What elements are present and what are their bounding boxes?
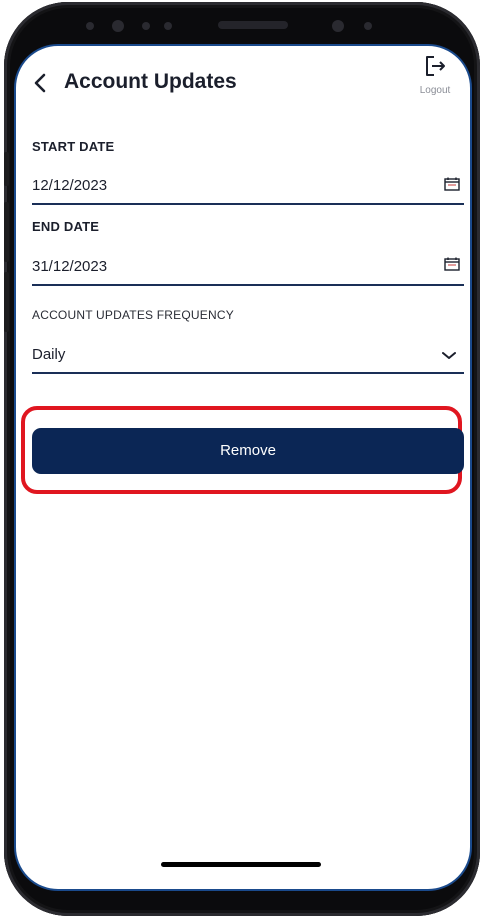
sensor-dot (142, 22, 150, 30)
calendar-icon[interactable] (444, 257, 460, 271)
side-button (4, 202, 9, 262)
sensor-dot (86, 22, 94, 30)
phone-frame: Account Updates Logout START DATE 12/12/… (4, 2, 480, 916)
frequency-select[interactable]: ACCOUNT UPDATES FREQUENCY Daily (32, 308, 464, 376)
end-date-field[interactable]: END DATE 31/12/2023 (32, 216, 464, 288)
end-date-underline (32, 284, 464, 286)
frequency-underline (32, 372, 464, 374)
app-header: Account Updates Logout (16, 46, 470, 120)
phone-top-sensors (64, 16, 420, 40)
chevron-left-icon[interactable] (30, 70, 52, 96)
home-indicator[interactable] (161, 862, 321, 867)
earpiece-speaker (218, 21, 288, 29)
logout-label: Logout (419, 85, 451, 96)
logout-button[interactable]: Logout (410, 54, 460, 96)
side-button (4, 272, 9, 332)
logout-icon (422, 56, 448, 82)
end-date-label: END DATE (32, 219, 100, 234)
sensor-dot (164, 22, 172, 30)
start-date-field[interactable]: START DATE 12/12/2023 (32, 134, 464, 206)
chevron-down-icon[interactable] (442, 348, 456, 359)
calendar-icon[interactable] (444, 177, 460, 191)
app-screen: Account Updates Logout START DATE 12/12/… (14, 44, 472, 891)
start-date-underline (32, 203, 464, 205)
end-date-value: 31/12/2023 (32, 258, 108, 275)
start-date-value: 12/12/2023 (32, 177, 108, 194)
start-date-label: START DATE (32, 139, 115, 154)
sensor-dot (364, 22, 372, 30)
page-title: Account Updates (64, 70, 237, 93)
sensor-dot (112, 20, 124, 32)
remove-button[interactable]: Remove (32, 428, 464, 474)
front-camera (332, 20, 344, 32)
side-button (4, 152, 9, 186)
frequency-value: Daily (32, 346, 66, 363)
frequency-label: ACCOUNT UPDATES FREQUENCY (32, 308, 234, 322)
